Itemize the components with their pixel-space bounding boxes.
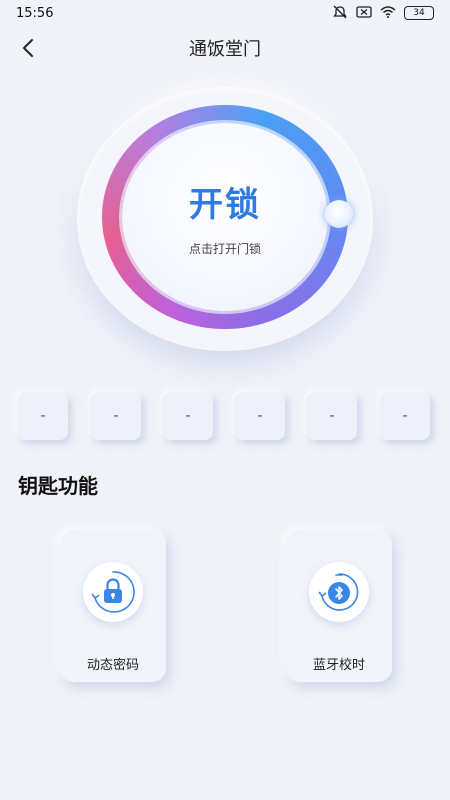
ring-knob xyxy=(325,200,353,228)
battery-icon: 34 xyxy=(404,6,434,20)
bluetooth-sync-card[interactable]: 蓝牙校时 xyxy=(286,530,392,682)
mute-icon xyxy=(332,5,348,21)
no-sim-icon xyxy=(356,6,372,20)
code-digits: - - - - - - xyxy=(18,392,433,442)
digit-box: - xyxy=(380,392,430,440)
digit-box: - xyxy=(91,392,141,440)
lock-icon xyxy=(91,571,135,613)
digit-box: - xyxy=(18,392,68,440)
icon-circle xyxy=(309,562,369,622)
status-icons: 34 xyxy=(332,5,434,21)
dynamic-password-label: 动态密码 xyxy=(86,658,139,673)
digit-box: - xyxy=(307,392,357,440)
unlock-hint: 点击打开门锁 xyxy=(188,242,261,256)
status-bar: 15:56 34 xyxy=(0,0,450,26)
unlock-label: 开锁 xyxy=(189,185,261,225)
section-title: 钥匙功能 xyxy=(18,474,98,498)
status-time: 15:56 xyxy=(16,5,54,21)
digit-box: - xyxy=(163,392,213,440)
page-title: 通饭堂门 xyxy=(189,39,261,60)
chevron-left-icon xyxy=(23,39,33,57)
nav-bar: 通饭堂门 xyxy=(0,28,450,68)
dynamic-password-card[interactable]: 动态密码 xyxy=(60,530,166,682)
digit-box: - xyxy=(235,392,285,440)
unlock-button[interactable]: 开锁 点击打开门锁 xyxy=(122,123,328,311)
icon-circle xyxy=(83,562,143,622)
bluetooth-sync-label: 蓝牙校时 xyxy=(312,658,365,673)
battery-level: 34 xyxy=(413,8,425,18)
back-button[interactable] xyxy=(12,32,44,64)
bluetooth-sync-icon xyxy=(318,573,359,611)
wifi-icon xyxy=(380,6,396,20)
